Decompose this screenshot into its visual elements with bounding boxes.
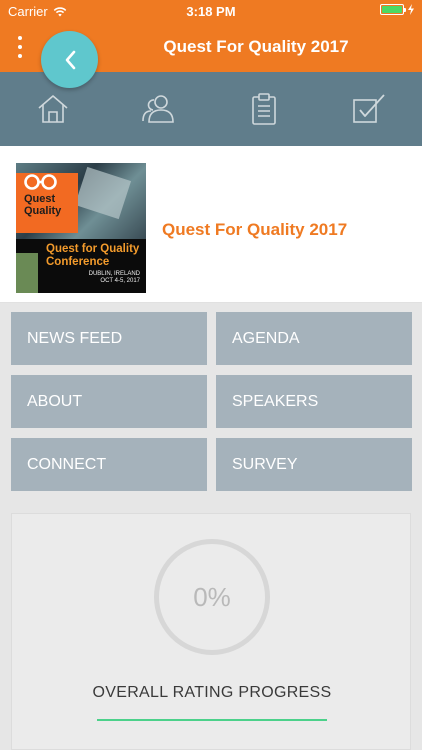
battery-icon: [380, 4, 406, 15]
rating-progress-bar: [97, 719, 327, 721]
banner-conference-text: Quest for Quality Conference: [46, 243, 140, 268]
menu-grid: NEWS FEED AGENDA ABOUT SPEAKERS CONNECT …: [0, 303, 422, 503]
page-title: Quest For Quality 2017: [163, 37, 349, 56]
agenda-button[interactable]: AGENDA: [216, 312, 412, 365]
news-feed-button[interactable]: NEWS FEED: [11, 312, 207, 365]
chevron-left-icon: [65, 50, 75, 69]
checkbox-icon: [353, 94, 385, 123]
more-menu-icon[interactable]: [16, 36, 24, 58]
event-banner-image: Quest Quality Quest for Quality Conferen…: [16, 163, 146, 293]
speakers-button[interactable]: SPEAKERS: [216, 375, 412, 428]
tab-clipboard[interactable]: [211, 72, 317, 146]
charging-icon: [408, 4, 414, 15]
tab-checkbox[interactable]: [317, 72, 422, 146]
clock: 3:18 PM: [186, 4, 236, 19]
rating-label: OVERALL RATING PROGRESS: [92, 684, 332, 701]
status-bar: Carrier 3:18 PM: [0, 0, 422, 22]
status-right: [380, 4, 414, 15]
event-header: Quest Quality Quest for Quality Conferen…: [0, 146, 422, 303]
banner-text-line1: Quest: [24, 193, 56, 205]
about-button[interactable]: ABOUT: [11, 375, 207, 428]
back-button[interactable]: [41, 31, 98, 88]
people-icon: [142, 95, 175, 123]
tab-people[interactable]: [106, 72, 212, 146]
home-icon: [38, 95, 68, 123]
clipboard-icon: [251, 93, 276, 125]
glasses-logo-icon: [24, 174, 57, 190]
event-title: Quest For Quality 2017: [162, 220, 348, 239]
rating-progress-ring: 0%: [154, 539, 270, 655]
banner-place-dates: OCT 4-5, 2017: [100, 278, 140, 284]
banner-place: DUBLIN, IRELAND OCT 4-5, 2017: [89, 271, 140, 285]
banner-place-city: DUBLIN, IRELAND: [88, 271, 140, 277]
rating-percent: 0%: [193, 581, 231, 612]
banner-text-line2: Quality: [24, 205, 62, 217]
connect-button[interactable]: CONNECT: [11, 438, 207, 491]
rating-card: 0% OVERALL RATING PROGRESS: [11, 513, 411, 750]
survey-button[interactable]: SURVEY: [216, 438, 412, 491]
rating-section: 0% OVERALL RATING PROGRESS: [0, 503, 422, 750]
